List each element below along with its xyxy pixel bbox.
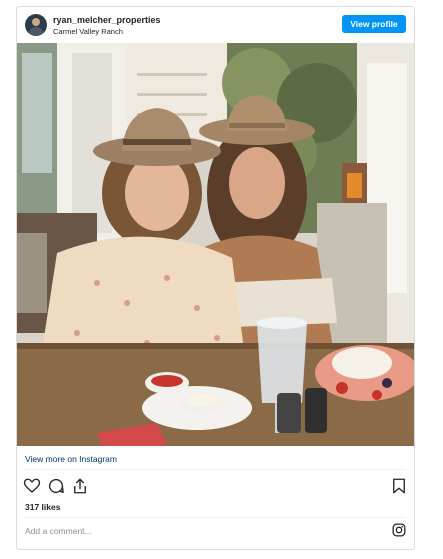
- action-bar: [23, 477, 408, 499]
- avatar[interactable]: [25, 14, 47, 36]
- comment-icon[interactable]: [47, 477, 65, 495]
- bookmark-icon[interactable]: [390, 477, 408, 495]
- location-link[interactable]: Carmel Valley Ranch: [53, 27, 123, 36]
- avatar-body: [28, 27, 44, 36]
- heart-icon[interactable]: [23, 477, 41, 495]
- instagram-icon[interactable]: [392, 523, 406, 537]
- post-header: ryan_melcher_properties Carmel Valley Ra…: [17, 7, 414, 43]
- likes-count: 317 likes: [25, 502, 61, 512]
- divider: [25, 469, 406, 470]
- view-more-link[interactable]: View more on Instagram: [25, 454, 117, 464]
- add-comment-link[interactable]: Add a comment...: [25, 526, 92, 536]
- share-icon[interactable]: [71, 477, 89, 495]
- avatar-head: [32, 18, 40, 26]
- post-photo-image: [17, 43, 414, 446]
- username-link[interactable]: ryan_melcher_properties: [53, 15, 161, 25]
- divider: [25, 517, 406, 518]
- instagram-embed-card: ryan_melcher_properties Carmel Valley Ra…: [16, 6, 415, 550]
- view-profile-button[interactable]: View profile: [342, 15, 406, 33]
- post-photo[interactable]: [17, 43, 414, 446]
